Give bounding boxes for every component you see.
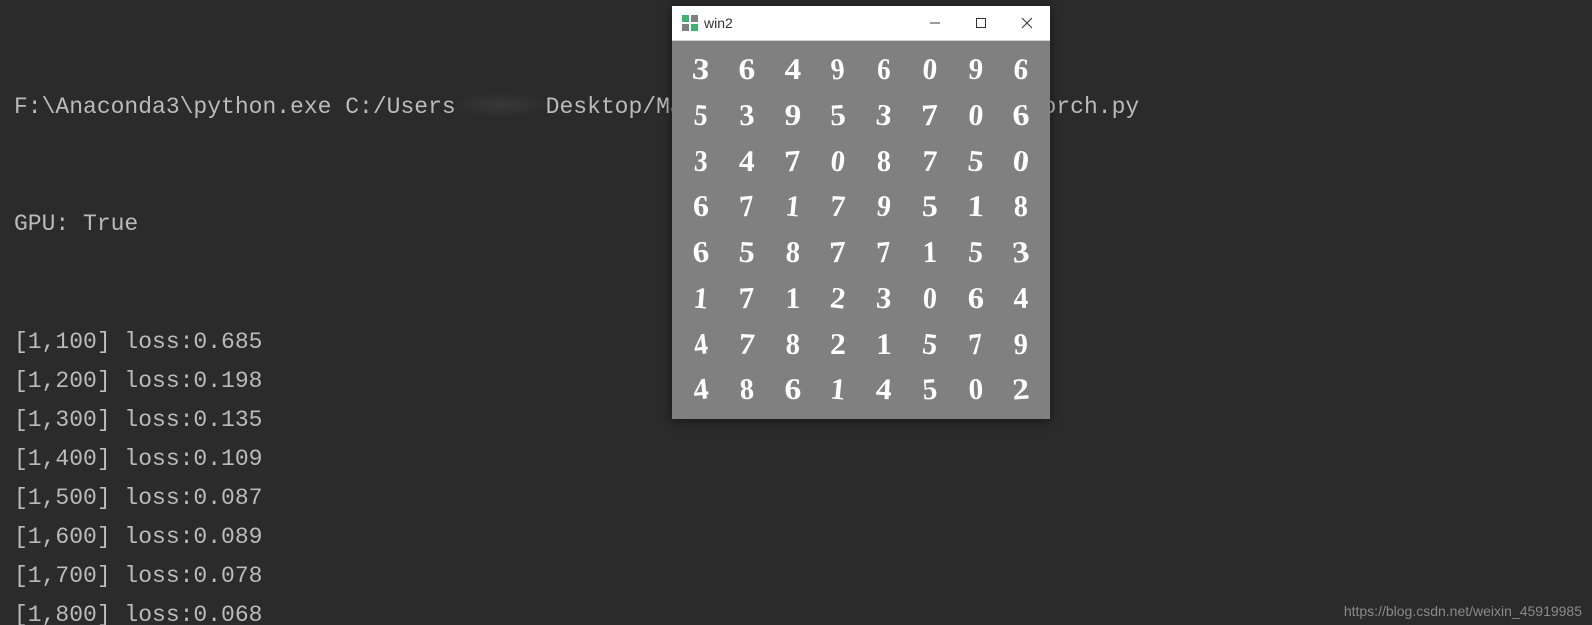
minimize-button[interactable] (912, 6, 958, 40)
mnist-digit-cell: 5 (905, 184, 954, 230)
mnist-digit-cell: 1 (948, 183, 1002, 231)
mnist-digit-cell: 9 (766, 92, 819, 140)
window-content: 3649609653953706347087506717951865877153… (672, 41, 1050, 419)
mnist-digit-cell: 4 (675, 365, 726, 415)
mnist-digit-cell: 1 (770, 276, 815, 322)
mnist-digit-cell: 3 (858, 90, 910, 140)
mnist-digit-cell: 9 (952, 46, 999, 95)
cmd-prefix: F:\Anaconda3\python.exe C:/Users (14, 94, 456, 120)
loss-line: [1,400] loss:0.109 (14, 440, 1578, 479)
mnist-digit-cell: 7 (903, 91, 957, 140)
mnist-digit-cell: 6 (863, 47, 905, 93)
mnist-digit-cell: 7 (952, 319, 999, 369)
mnist-digit-cell: 9 (860, 182, 907, 232)
mnist-digit-cell: 6 (676, 184, 725, 231)
mnist-digit-cell: 7 (766, 137, 819, 187)
mnist-digit-cell: 4 (859, 366, 910, 415)
mnist-digit-cell: 2 (814, 321, 863, 367)
mnist-digit-cell: 5 (813, 91, 863, 139)
mnist-digit-cell: 0 (907, 275, 952, 323)
mnist-digit-cell: 5 (906, 366, 954, 415)
mnist-digit-cell: 2 (993, 365, 1048, 415)
mnist-digit-cell: 0 (952, 366, 998, 413)
mnist-digit-cell: 2 (813, 273, 864, 323)
mnist-digit-cell: 7 (721, 274, 772, 322)
mnist-digit-cell: 1 (860, 321, 908, 367)
loss-line: [1,700] loss:0.078 (14, 557, 1578, 596)
loss-line: [1,500] loss:0.087 (14, 479, 1578, 518)
mnist-digit-cell: 1 (677, 274, 726, 323)
mnist-digit-cell: 4 (998, 275, 1044, 322)
mnist-digit-cell: 0 (994, 136, 1048, 187)
mnist-digit-cell: 8 (999, 184, 1042, 230)
close-button[interactable] (1004, 6, 1050, 40)
mnist-digit-cell: 8 (724, 366, 770, 414)
loss-line: [1,600] loss:0.089 (14, 518, 1578, 557)
mnist-digit-cell: 4 (767, 47, 818, 93)
mnist-grid: 3649609653953706347087506717951865877153… (678, 47, 1044, 413)
mnist-digit-cell: 0 (814, 136, 863, 187)
mnist-digit-cell: 1 (768, 182, 816, 232)
redacted-username (456, 94, 546, 116)
mnist-digit-cell: 0 (905, 45, 954, 94)
mnist-digit-cell: 6 (950, 276, 1000, 322)
mnist-digit-cell: 3 (679, 138, 723, 186)
mnist-digit-cell: 3 (993, 228, 1049, 279)
mnist-digit-cell: 3 (723, 92, 771, 139)
window-titlebar[interactable]: win2 (672, 6, 1050, 41)
mnist-digit-cell: 6 (674, 228, 728, 278)
mnist-digit-cell: 7 (721, 320, 772, 368)
mnist-digit-cell: 8 (862, 138, 906, 185)
mnist-digit-cell: 5 (678, 91, 723, 140)
maximize-button[interactable] (958, 6, 1004, 40)
mnist-digit-cell: 7 (811, 228, 864, 277)
mnist-digit-cell: 8 (770, 321, 814, 367)
mnist-digit-cell: 6 (767, 367, 818, 413)
mnist-digit-cell: 4 (722, 138, 771, 185)
mnist-digit-cell: 5 (721, 229, 772, 278)
mnist-digit-cell: 5 (904, 319, 954, 370)
mnist-digit-cell: 7 (722, 182, 771, 232)
mnist-digit-cell: 3 (859, 274, 908, 323)
mnist-digit-cell: 8 (770, 229, 816, 277)
mnist-digit-cell: 7 (906, 138, 953, 185)
mnist-digit-cell: 1 (907, 230, 951, 277)
mnist-digit-cell: 6 (994, 91, 1049, 140)
mnist-digit-cell: 9 (815, 45, 861, 95)
mnist-digit-cell: 7 (814, 183, 862, 231)
watermark-text: https://blog.csdn.net/weixin_45919985 (1344, 603, 1582, 619)
window-title: win2 (704, 15, 743, 31)
mnist-digit-cell: 4 (677, 319, 724, 369)
mnist-digit-cell: 1 (813, 365, 863, 415)
mnist-digit-cell: 6 (997, 45, 1045, 94)
mnist-digit-cell: 9 (999, 321, 1043, 368)
mnist-digit-cell: 6 (721, 47, 773, 93)
mnist-digit-cell: 7 (860, 228, 907, 278)
window-app-icon (682, 15, 698, 31)
mnist-preview-window[interactable]: win2 36496096539537063470875067179518658… (672, 6, 1050, 419)
